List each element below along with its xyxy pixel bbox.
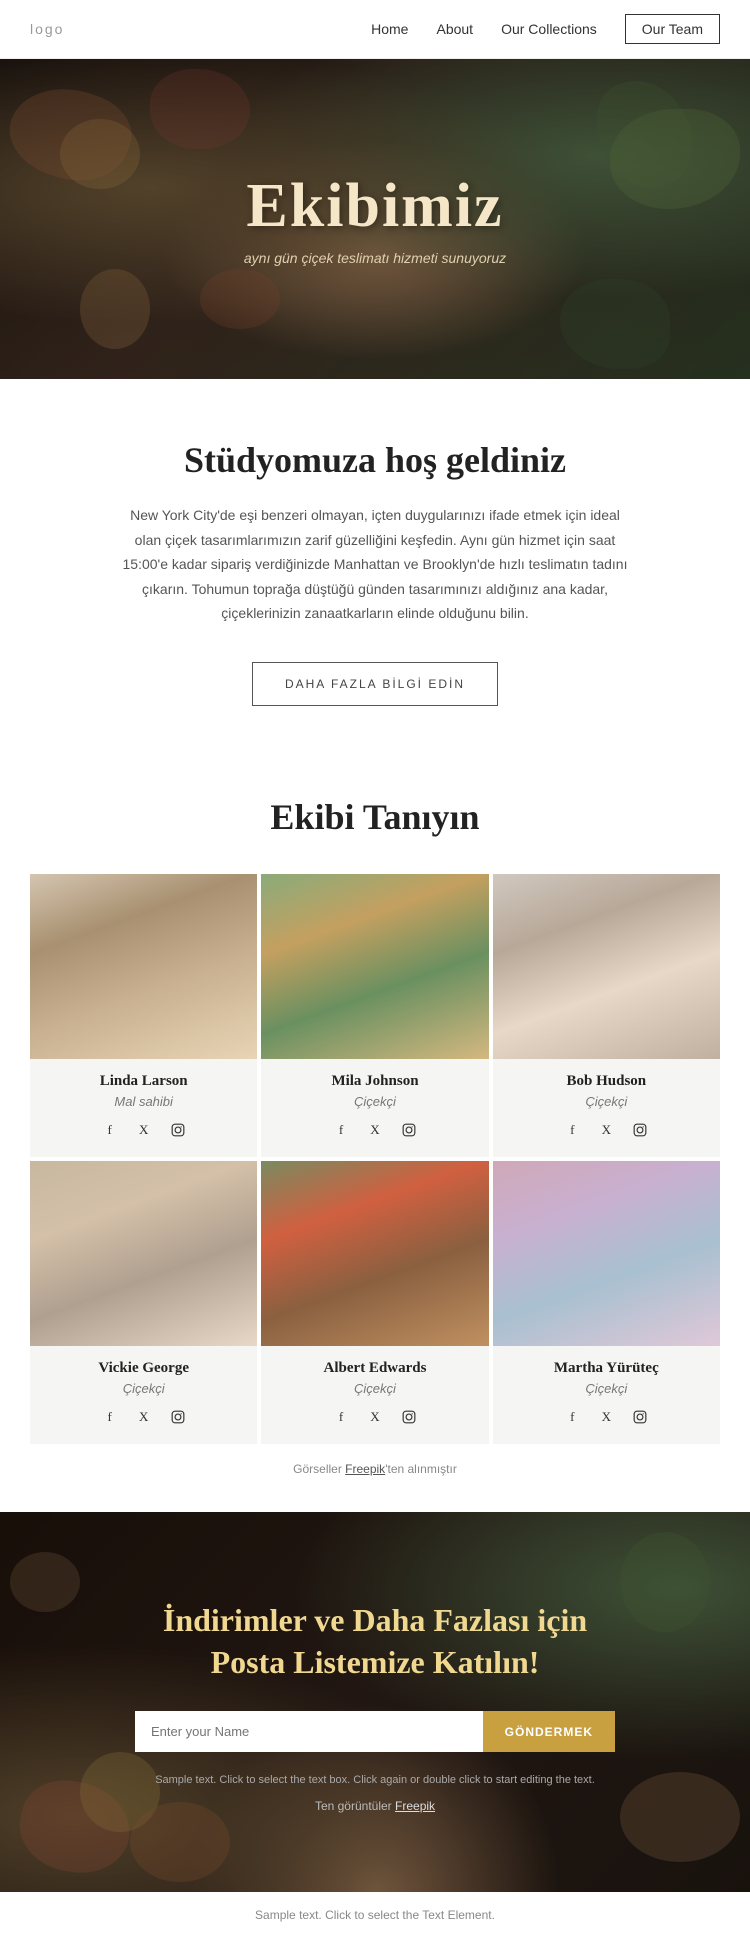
team-grid: Linda Larson Mal sahibi f X [30, 874, 720, 1444]
newsletter-name-input[interactable] [135, 1711, 483, 1752]
team-card-image [30, 874, 257, 1059]
hero-section: Ekibimiz aynı gün çiçek teslimatı hizmet… [0, 59, 750, 379]
newsletter-section: İndirimler ve Daha Fazlası içinPosta Lis… [0, 1512, 750, 1892]
team-card: Mila Johnson Çiçekçi f X [261, 874, 488, 1157]
welcome-section: Stüdyomuza hoş geldiniz New York City'de… [0, 379, 750, 746]
team-card-info: Vickie George Çiçekçi f X [30, 1346, 257, 1444]
facebook-icon[interactable]: f [99, 1119, 121, 1141]
team-card-info: Linda Larson Mal sahibi f X [30, 1059, 257, 1157]
social-icons: f X [40, 1406, 247, 1428]
nav-about[interactable]: About [436, 21, 473, 37]
nav-team-button[interactable]: Our Team [625, 14, 720, 44]
team-member-name: Mila Johnson [271, 1073, 478, 1090]
twitter-icon[interactable]: X [133, 1406, 155, 1428]
team-card-image [261, 1161, 488, 1346]
twitter-icon[interactable]: X [133, 1119, 155, 1141]
hero-content: Ekibimiz aynı gün çiçek teslimatı hizmet… [244, 172, 506, 266]
freepik-link[interactable]: Freepik [345, 1462, 385, 1476]
team-section: Ekibi Tanıyın Linda Larson Mal sahibi f … [0, 746, 750, 1512]
nav-collections[interactable]: Our Collections [501, 21, 597, 37]
newsletter-submit-button[interactable]: GÖNDERMEK [483, 1711, 615, 1752]
instagram-icon[interactable] [167, 1119, 189, 1141]
nav-links: Home About Our Collections Our Team [371, 14, 720, 44]
freepik-note: Görseller Freepik'ten alınmıştır [30, 1444, 720, 1482]
social-icons: f X [271, 1406, 478, 1428]
team-member-name: Linda Larson [40, 1073, 247, 1090]
twitter-icon[interactable]: X [595, 1119, 617, 1141]
facebook-icon[interactable]: f [330, 1119, 352, 1141]
team-card-image [30, 1161, 257, 1346]
newsletter-sample-text: Sample text. Click to select the text bo… [135, 1772, 615, 1789]
welcome-heading: Stüdyomuza hoş geldiniz [120, 439, 630, 481]
newsletter-content: İndirimler ve Daha Fazlası içinPosta Lis… [135, 1600, 615, 1813]
team-card: Albert Edwards Çiçekçi f X [261, 1161, 488, 1444]
team-card-info: Albert Edwards Çiçekçi f X [261, 1346, 488, 1444]
nav-home[interactable]: Home [371, 21, 408, 37]
facebook-icon[interactable]: f [330, 1406, 352, 1428]
facebook-icon[interactable]: f [99, 1406, 121, 1428]
navbar: logo Home About Our Collections Our Team [0, 0, 750, 59]
team-card: Vickie George Çiçekçi f X [30, 1161, 257, 1444]
social-icons: f X [271, 1119, 478, 1141]
team-member-name: Vickie George [40, 1360, 247, 1377]
team-member-role: Çiçekçi [271, 1094, 478, 1109]
facebook-icon[interactable]: f [561, 1119, 583, 1141]
team-member-name: Bob Hudson [503, 1073, 710, 1090]
team-card-info: Bob Hudson Çiçekçi f X [493, 1059, 720, 1157]
hero-subtitle: aynı gün çiçek teslimatı hizmeti sunuyor… [244, 250, 506, 266]
team-card-image [493, 1161, 720, 1346]
social-icons: f X [40, 1119, 247, 1141]
twitter-icon[interactable]: X [595, 1406, 617, 1428]
team-card-image [261, 874, 488, 1059]
social-icons: f X [503, 1119, 710, 1141]
team-card: Linda Larson Mal sahibi f X [30, 874, 257, 1157]
team-heading: Ekibi Tanıyın [30, 796, 720, 838]
instagram-icon[interactable] [398, 1406, 420, 1428]
newsletter-freepik: Ten görüntüler Freepik [135, 1799, 615, 1813]
team-member-name: Albert Edwards [271, 1360, 478, 1377]
social-icons: f X [503, 1406, 710, 1428]
team-member-name: Martha Yürüteç [503, 1360, 710, 1377]
team-member-role: Çiçekçi [271, 1381, 478, 1396]
learn-more-button[interactable]: DAHA FAZLA BİLGİ EDİN [252, 662, 498, 706]
team-card-info: Mila Johnson Çiçekçi f X [261, 1059, 488, 1157]
instagram-icon[interactable] [167, 1406, 189, 1428]
newsletter-heading: İndirimler ve Daha Fazlası içinPosta Lis… [135, 1600, 615, 1683]
team-member-role: Çiçekçi [503, 1094, 710, 1109]
team-member-role: Mal sahibi [40, 1094, 247, 1109]
facebook-icon[interactable]: f [561, 1406, 583, 1428]
twitter-icon[interactable]: X [364, 1119, 386, 1141]
team-card-info: Martha Yürüteç Çiçekçi f X [493, 1346, 720, 1444]
footer: Sample text. Click to select the Text El… [0, 1892, 750, 1938]
newsletter-form: GÖNDERMEK [135, 1711, 615, 1752]
team-card: Bob Hudson Çiçekçi f X [493, 874, 720, 1157]
hero-title: Ekibimiz [244, 172, 506, 240]
instagram-icon[interactable] [629, 1119, 651, 1141]
team-card-image [493, 874, 720, 1059]
instagram-icon[interactable] [398, 1119, 420, 1141]
team-member-role: Çiçekçi [503, 1381, 710, 1396]
logo: logo [30, 21, 64, 37]
instagram-icon[interactable] [629, 1406, 651, 1428]
newsletter-freepik-link[interactable]: Freepik [395, 1799, 435, 1813]
team-member-role: Çiçekçi [40, 1381, 247, 1396]
twitter-icon[interactable]: X [364, 1406, 386, 1428]
team-card: Martha Yürüteç Çiçekçi f X [493, 1161, 720, 1444]
welcome-body: New York City'de eşi benzeri olmayan, iç… [120, 503, 630, 626]
